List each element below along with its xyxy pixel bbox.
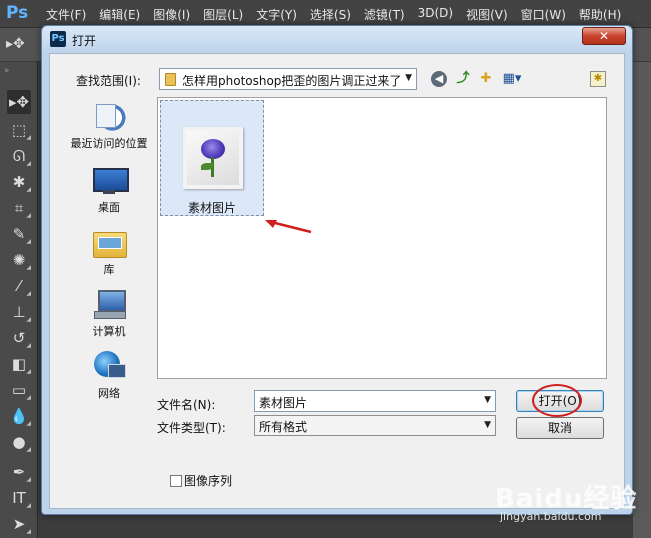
recent-places-icon [92, 100, 126, 132]
menu-edit[interactable]: 编辑(E) [99, 6, 140, 23]
lookin-combobox[interactable]: 怎样用photoshop把歪的图片调正过来了 ▼ [159, 68, 417, 90]
magic-wand-tool-icon[interactable]: ✱ ◢ [7, 170, 31, 194]
desktop-monitor-icon [92, 164, 129, 196]
rose-leaf [201, 163, 213, 170]
image-sequence-checkbox[interactable]: 图像序列 [170, 472, 232, 489]
place-label: 桌面 [98, 201, 120, 214]
red-arrow-annotation [265, 220, 312, 234]
pen-tool-icon[interactable]: ✒ ◢ [7, 460, 31, 484]
red-circle-annotation [532, 384, 582, 417]
menu-view[interactable]: 视图(V) [466, 6, 508, 23]
move-tool-option-icon[interactable]: ▸✥ [6, 36, 25, 52]
text-tool-icon[interactable]: IT ◢ [7, 486, 31, 510]
dialog-body: 查找范围(I): 怎样用photoshop把歪的图片调正过来了 ▼ ◀ ⤴ ✚ … [49, 53, 625, 509]
place-recent[interactable]: 最近访问的位置 [64, 100, 154, 151]
menu-window[interactable]: 窗口(W) [521, 6, 566, 23]
navigation-toolbar: ◀ ⤴ ✚ ▦▾ [431, 70, 528, 88]
ps-app-icon: Ps [50, 31, 66, 47]
place-label: 网络 [98, 387, 120, 400]
open-dialog: Ps 打开 ✕ 查找范围(I): 怎样用photoshop把歪的图片调正过来了 … [41, 25, 633, 515]
new-folder-icon[interactable]: ✚ [476, 70, 496, 88]
eraser-tool-icon[interactable]: ◧ ◢ [7, 352, 31, 376]
place-label: 最近访问的位置 [70, 137, 148, 150]
place-network[interactable]: 网络 [64, 350, 154, 401]
chevron-down-icon: ▼ [484, 420, 491, 430]
place-label: 库 [103, 263, 115, 276]
place-desktop[interactable]: 桌面 [64, 164, 154, 215]
views-menu-icon[interactable]: ▦▾ [499, 70, 525, 88]
lasso-tool-icon[interactable]: ᘏ ◢ [7, 144, 31, 168]
tools-panel: » ▸✥ ⬚ ◢ ᘏ ◢ ✱ ◢ ⌗ ◢ ✎ ◢ ✺ ◢ ⁄ ◢ ⊥ ◢ ↺ ◢ ◧ ◢ ▭ ◢ 💧 ◢… [0, 62, 38, 538]
desktop-icon[interactable]: ✱ [590, 71, 606, 87]
menu-file[interactable]: 文件(F) [46, 6, 86, 23]
computer-icon [92, 288, 126, 320]
menu-help[interactable]: 帮助(H) [579, 6, 621, 23]
image-sequence-label: 图像序列 [184, 474, 233, 488]
panel-grip-icon[interactable]: » [4, 66, 11, 76]
place-label: 计算机 [92, 325, 126, 338]
menu-3d[interactable]: 3D(D) [418, 6, 453, 23]
dodge-tool-icon[interactable]: ● ◢ [7, 430, 31, 454]
folder-icon [165, 73, 176, 86]
places-bar: 最近访问的位置 桌面 库 计算机 网络 [64, 98, 154, 452]
filename-input[interactable]: 素材图片 ▼ [254, 390, 496, 412]
thumbnail-image [187, 131, 239, 185]
close-button[interactable]: ✕ [582, 27, 626, 45]
history-brush-tool-icon[interactable]: ↺ ◢ [7, 326, 31, 350]
right-panel-strip [633, 62, 651, 538]
menu-layer[interactable]: 图层(L) [203, 6, 243, 23]
network-icon [92, 350, 126, 382]
rose-flower-icon [201, 139, 225, 159]
filetype-label: 文件类型(T): [157, 421, 226, 435]
crop-tool-icon[interactable]: ⌗ ◢ [7, 196, 31, 220]
menu-filter[interactable]: 滤镜(T) [364, 6, 405, 23]
healing-brush-tool-icon[interactable]: ✺ ◢ [7, 248, 31, 272]
file-thumbnail [183, 127, 243, 189]
ps-logo: Ps [6, 3, 29, 23]
back-icon[interactable]: ◀ [431, 71, 447, 87]
lookin-label: 查找范围(I): [76, 74, 141, 88]
up-folder-icon[interactable]: ⤴ [453, 70, 473, 88]
stamp-tool-icon[interactable]: ⊥ ◢ [7, 300, 31, 324]
filename-label: 文件名(N): [157, 398, 216, 412]
file-item[interactable]: 素材图片 [160, 100, 264, 216]
chevron-down-icon[interactable]: ▼ [484, 395, 491, 405]
baidu-watermark-url: jingyan.baidu.com [500, 510, 602, 523]
filetype-select[interactable]: 所有格式 ▼ [254, 415, 496, 436]
move-tool-icon[interactable]: ▸✥ [7, 90, 31, 114]
menu-select[interactable]: 选择(S) [310, 6, 351, 23]
lookin-value: 怎样用photoshop把歪的图片调正过来了 [182, 74, 402, 88]
menu-image[interactable]: 图像(I) [153, 6, 190, 23]
eyedropper-tool-icon[interactable]: ✎ ◢ [7, 222, 31, 246]
marquee-tool-icon[interactable]: ⬚ ◢ [7, 118, 31, 142]
file-name-label: 素材图片 [187, 201, 236, 215]
menu-bar: Ps 文件(F) 编辑(E) 图像(I) 图层(L) 文字(Y) 选择(S) 滤… [0, 0, 651, 28]
menu-items: 文件(F) 编辑(E) 图像(I) 图层(L) 文字(Y) 选择(S) 滤镜(T… [46, 6, 634, 23]
place-libraries[interactable]: 库 [64, 226, 154, 277]
checkbox-icon[interactable] [170, 475, 182, 487]
file-list[interactable]: 素材图片 [157, 97, 607, 379]
chevron-down-icon: ▼ [405, 73, 412, 83]
dialog-title-bar[interactable]: Ps 打开 ✕ [42, 26, 632, 52]
filetype-value: 所有格式 [259, 420, 308, 434]
gradient-tool-icon[interactable]: ▭ ◢ [7, 378, 31, 402]
cancel-button[interactable]: 取消 [516, 417, 604, 439]
library-icon [92, 226, 127, 258]
path-select-tool-icon[interactable]: ➤ ◢ [7, 512, 31, 536]
place-computer[interactable]: 计算机 [64, 288, 154, 339]
brush-tool-icon[interactable]: ⁄ ◢ [7, 274, 31, 298]
blur-tool-icon[interactable]: 💧 ◢ [7, 404, 31, 428]
menu-type[interactable]: 文字(Y) [256, 6, 297, 23]
filename-value: 素材图片 [259, 396, 308, 410]
dialog-title: 打开 [72, 34, 97, 48]
